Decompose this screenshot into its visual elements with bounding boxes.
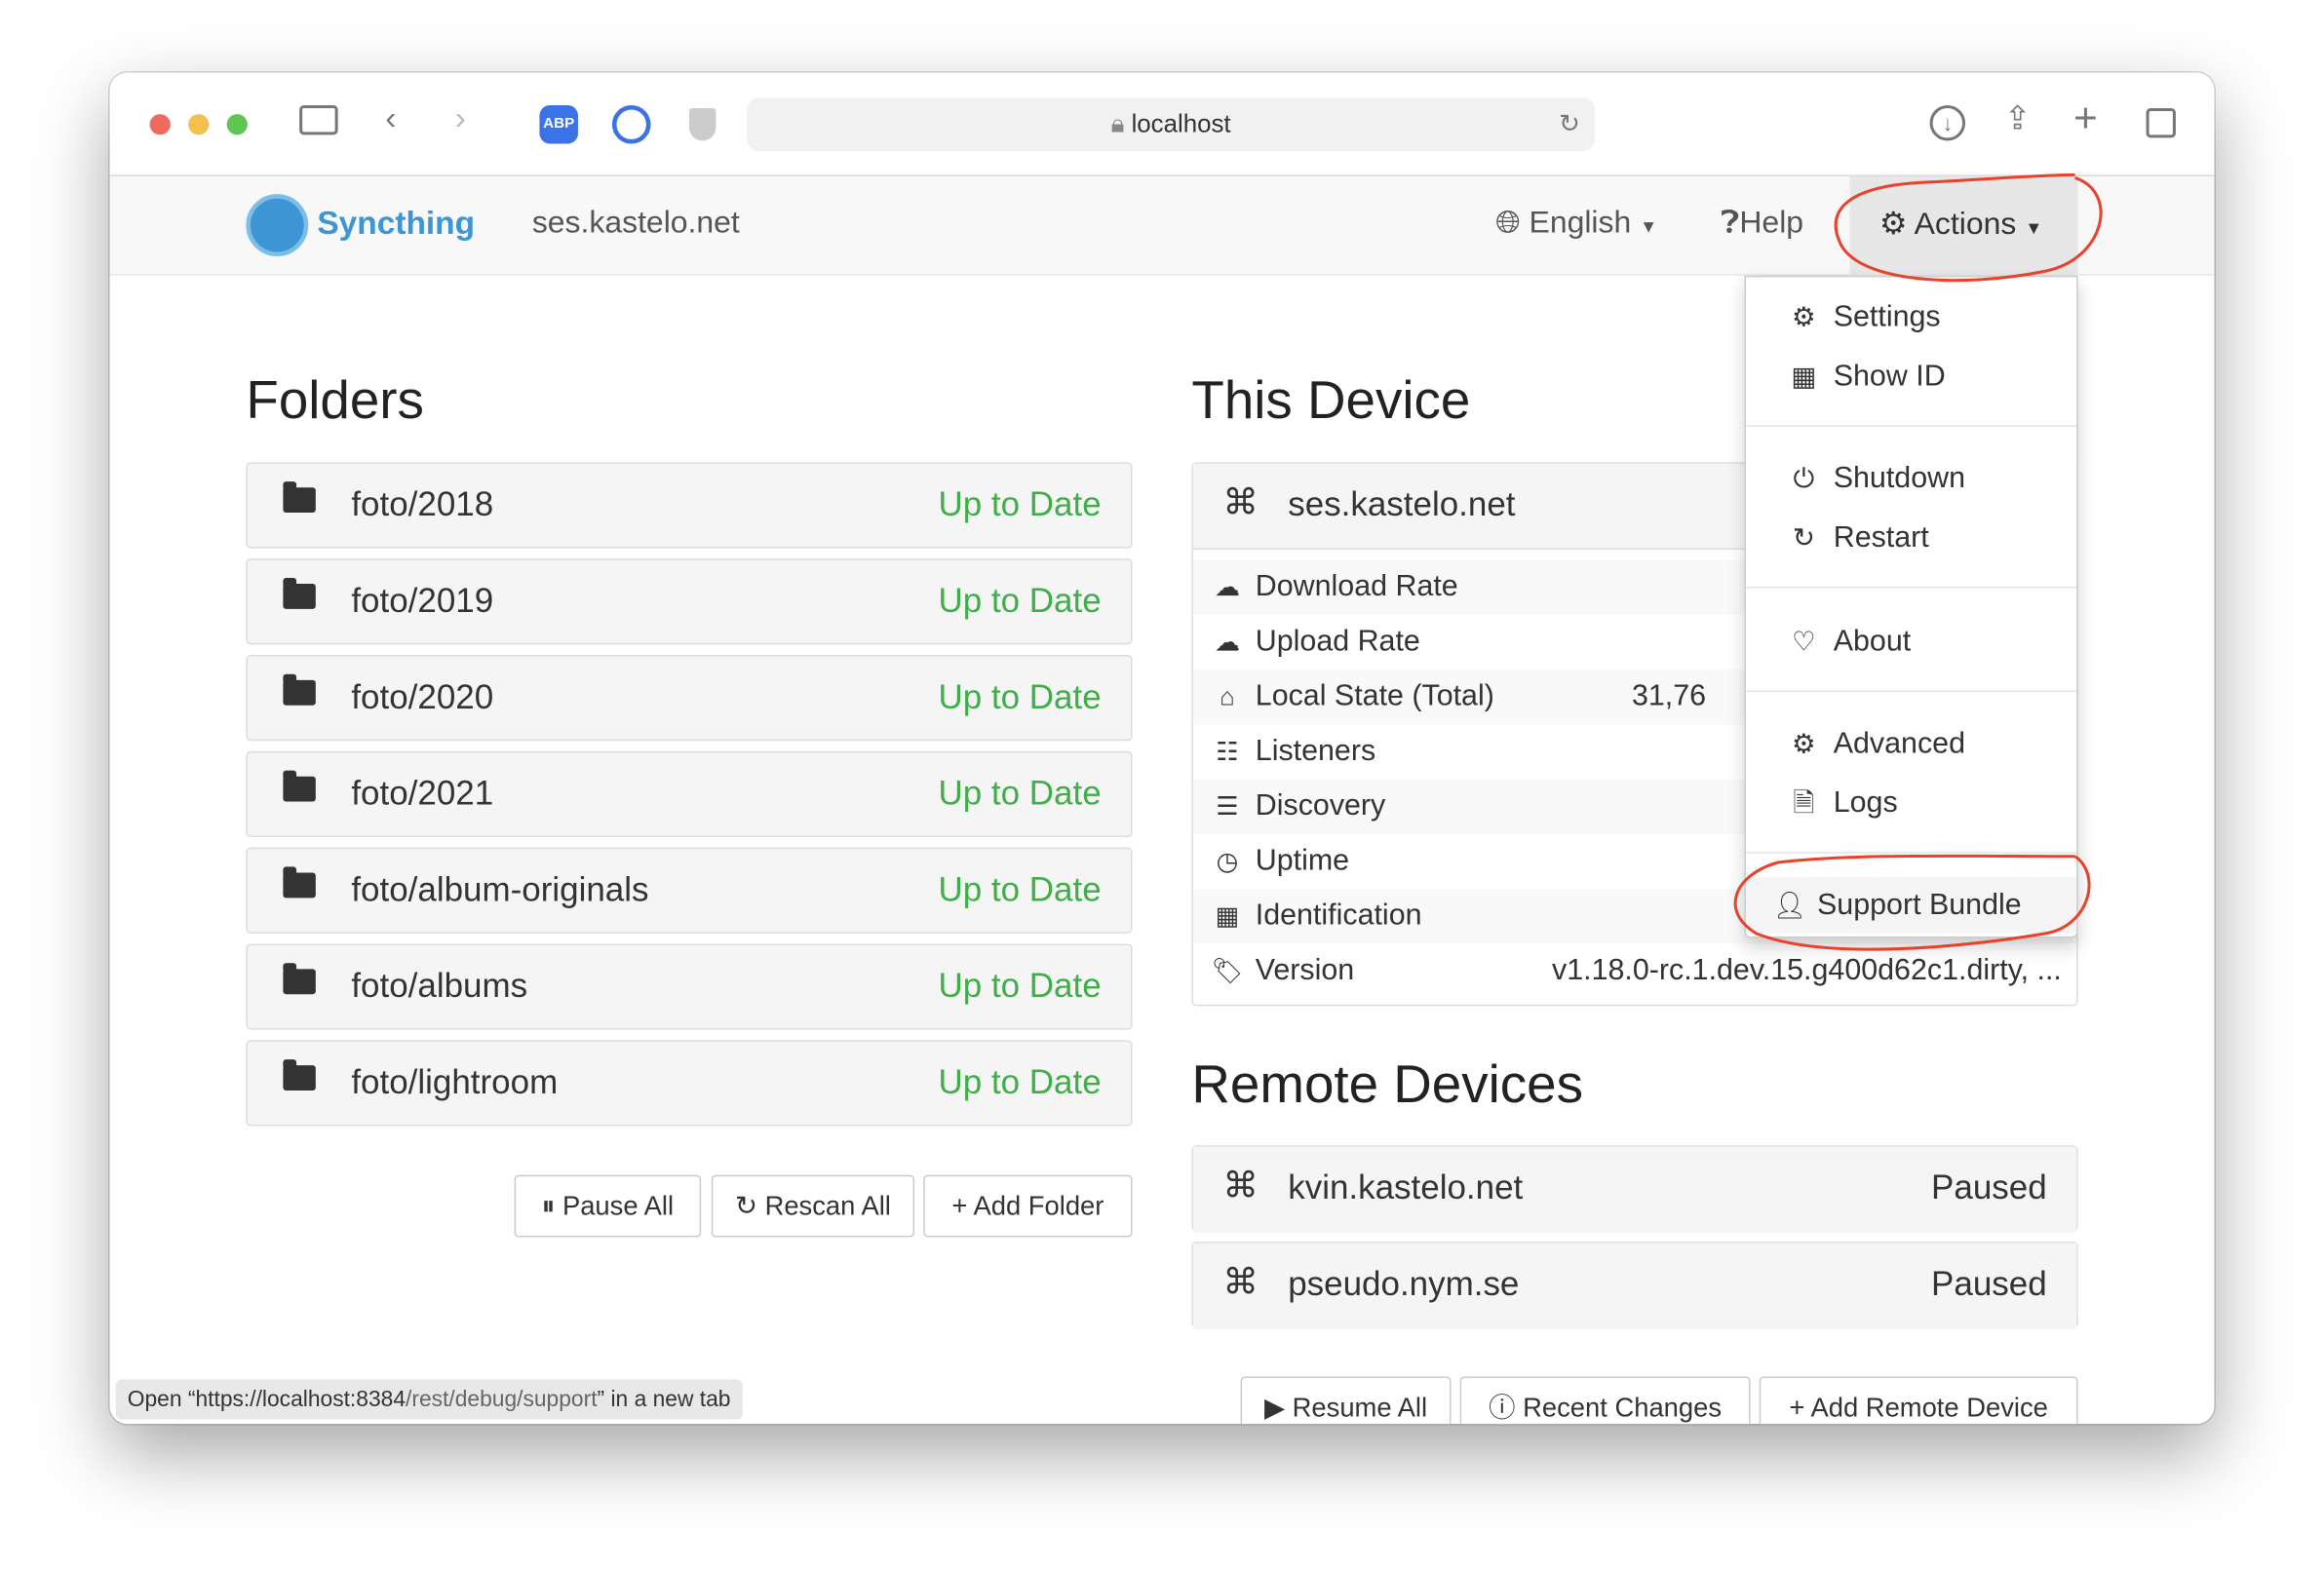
annotation-circle-support-bundle — [1733, 854, 2091, 951]
annotation-circle-actions — [1834, 172, 2103, 283]
annotation-overlay — [1733, 172, 2103, 951]
